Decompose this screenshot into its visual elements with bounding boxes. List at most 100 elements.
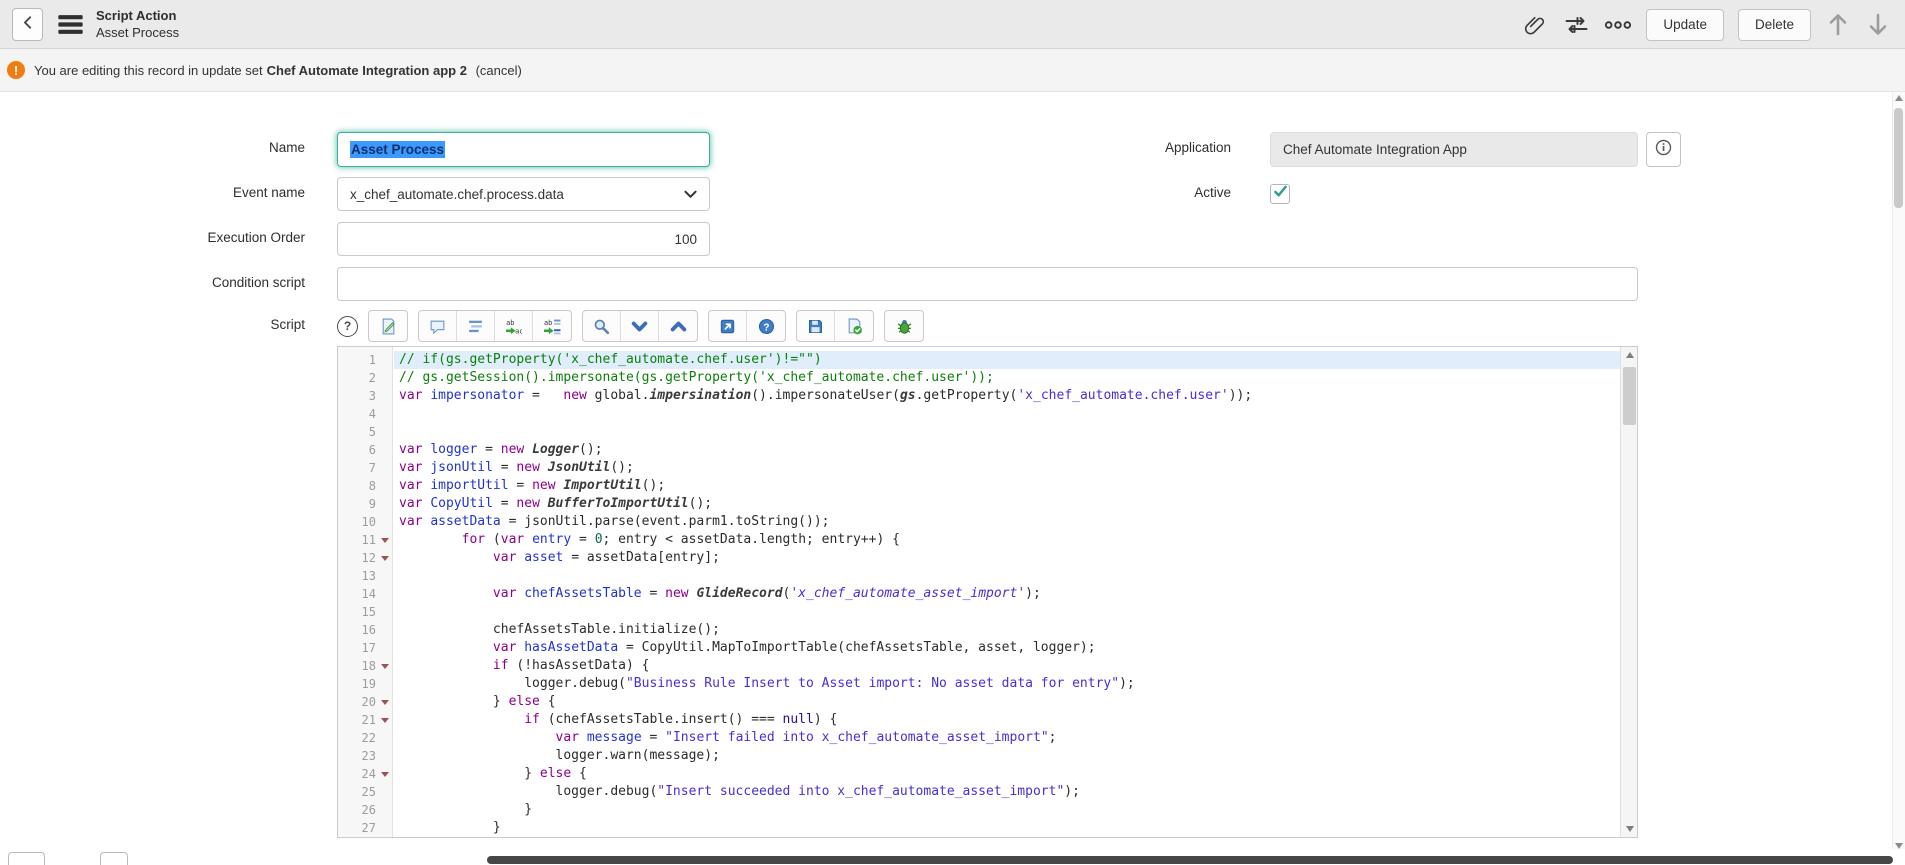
find-next-button[interactable] (621, 311, 659, 341)
condition-script-input[interactable] (337, 267, 1638, 301)
code-line[interactable]: var assetData = jsonUtil.parse(event.par… (394, 513, 1620, 531)
code-line[interactable] (394, 423, 1620, 441)
event-name-label: Event name (85, 185, 305, 200)
search-button[interactable] (583, 311, 621, 341)
check-icon (1273, 185, 1288, 203)
header-bar: Script Action Asset Process Update Delet… (0, 0, 1905, 49)
debug-button[interactable] (885, 311, 923, 341)
delete-button[interactable]: Delete (1738, 9, 1811, 41)
open-in-window-button[interactable] (709, 311, 747, 341)
toolbar-button-group (884, 310, 924, 342)
code-line[interactable]: } (394, 801, 1620, 819)
code-line[interactable]: logger.debug("Business Rule Insert to As… (394, 675, 1620, 693)
back-button[interactable] (12, 8, 43, 41)
line-number: 1 (369, 353, 376, 367)
cancel-update-set-link[interactable]: (cancel) (476, 63, 522, 78)
code-line[interactable] (394, 405, 1620, 423)
more-options-icon[interactable] (1604, 11, 1632, 39)
code-line[interactable]: for (var entry = 0; entry < assetData.le… (394, 531, 1620, 549)
code-line[interactable]: var asset = assetData[entry]; (394, 549, 1620, 567)
code-line[interactable] (394, 603, 1620, 621)
code-line[interactable]: var importUtil = new ImportUtil(); (394, 477, 1620, 495)
line-number: 19 (362, 677, 376, 691)
replace-button[interactable]: abac (495, 311, 533, 341)
toolbar-button-group (796, 310, 874, 342)
active-checkbox[interactable] (1270, 184, 1290, 204)
code-line[interactable]: logger.debug("Insert succeeded into x_ch… (394, 783, 1620, 801)
execution-order-input[interactable]: 100 (337, 222, 710, 256)
code-line[interactable]: } else { (394, 765, 1620, 783)
page-title: Script Action (96, 7, 179, 24)
code-fold-arrow-icon[interactable] (381, 664, 389, 669)
code-line[interactable]: // if(gs.getProperty('x_chef_automate.ch… (394, 351, 1620, 369)
page-scroll-up-icon[interactable] (1895, 95, 1903, 101)
gutter-line: 15 (338, 603, 392, 621)
code-line[interactable]: } else { (394, 693, 1620, 711)
editor-code-area[interactable]: // if(gs.getProperty('x_chef_automate.ch… (394, 347, 1620, 837)
gutter-line: 7 (338, 459, 392, 477)
script-help-icon[interactable]: ? (337, 316, 358, 337)
script-code-editor[interactable]: 1234567891011121314151617181920212223242… (337, 346, 1638, 838)
syntax-check-button[interactable] (369, 311, 407, 341)
validate-button[interactable] (835, 311, 873, 341)
personalize-form-sliders-icon[interactable] (1562, 11, 1590, 39)
replace-all-button[interactable]: ab (533, 311, 571, 341)
code-line[interactable]: var hasAssetData = CopyUtil.MapToImportT… (394, 639, 1620, 657)
gutter-line: 1 (338, 351, 392, 369)
code-line[interactable]: logger.warn(message); (394, 747, 1620, 765)
application-label: Application (1011, 140, 1231, 155)
line-number: 20 (362, 695, 376, 709)
line-number: 26 (362, 803, 376, 817)
code-line[interactable]: if (!hasAssetData) { (394, 657, 1620, 675)
code-line[interactable]: var jsonUtil = new JsonUtil(); (394, 459, 1620, 477)
attachment-paperclip-icon[interactable] (1520, 11, 1548, 39)
editor-scrollbar[interactable] (1620, 347, 1637, 837)
save-button[interactable] (797, 311, 835, 341)
editor-scroll-thumb[interactable] (1623, 367, 1636, 425)
update-set-warning-banner: ! You are editing this record in update … (0, 49, 1905, 92)
code-line[interactable]: var message = "Insert failed into x_chef… (394, 729, 1620, 747)
code-line[interactable]: var CopyUtil = new BufferToImportUtil(); (394, 495, 1620, 513)
previous-record-arrow-icon[interactable] (1825, 11, 1851, 39)
gutter-line: 9 (338, 495, 392, 513)
code-fold-arrow-icon[interactable] (381, 718, 389, 723)
code-fold-arrow-icon[interactable] (381, 538, 389, 543)
code-line[interactable] (394, 567, 1620, 585)
code-line[interactable]: chefAssetsTable.initialize(); (394, 621, 1620, 639)
next-record-arrow-icon[interactable] (1865, 11, 1891, 39)
editor-scroll-up-icon[interactable] (1621, 347, 1638, 363)
line-number: 17 (362, 641, 376, 655)
gutter-line: 10 (338, 513, 392, 531)
code-fold-arrow-icon[interactable] (381, 700, 389, 705)
code-fold-arrow-icon[interactable] (381, 772, 389, 777)
line-number: 5 (369, 425, 376, 439)
bottom-strip (0, 849, 1905, 865)
context-menu-icon[interactable] (57, 14, 84, 35)
event-name-select[interactable]: x_chef_automate.chef.process.data (337, 177, 710, 211)
editor-scroll-down-icon[interactable] (1621, 821, 1638, 837)
line-number: 13 (362, 569, 376, 583)
code-line[interactable]: var chefAssetsTable = new GlideRecord('x… (394, 585, 1620, 603)
warning-prefix: You are editing this record in update se… (34, 63, 263, 78)
editor-help-button[interactable]: ? (747, 311, 785, 341)
horizontal-scrollbar-thumb[interactable] (487, 856, 1893, 864)
comment-button[interactable] (419, 311, 457, 341)
code-line[interactable]: } (394, 819, 1620, 837)
code-line[interactable]: // gs.getSession().impersonate(gs.getPro… (394, 369, 1620, 387)
update-button[interactable]: Update (1646, 9, 1724, 41)
bottom-delete-button-cutoff[interactable] (100, 852, 128, 865)
find-previous-button[interactable] (659, 311, 697, 341)
line-number: 11 (362, 533, 376, 547)
page-scrollbar-thumb[interactable] (1894, 108, 1903, 208)
code-fold-arrow-icon[interactable] (381, 556, 389, 561)
page-subtitle: Asset Process (96, 24, 179, 41)
code-line[interactable]: if (chefAssetsTable.insert() === null) { (394, 711, 1620, 729)
code-line[interactable]: var logger = new Logger(); (394, 441, 1620, 459)
code-line[interactable]: var impersonator = new global.impersinat… (394, 387, 1620, 405)
gutter-line: 2 (338, 369, 392, 387)
application-info-button[interactable] (1646, 132, 1681, 167)
name-input[interactable]: Asset Process (337, 132, 710, 167)
format-code-button[interactable] (457, 311, 495, 341)
replace-icon: abac (505, 318, 522, 335)
bottom-update-button-cutoff[interactable] (8, 852, 45, 865)
